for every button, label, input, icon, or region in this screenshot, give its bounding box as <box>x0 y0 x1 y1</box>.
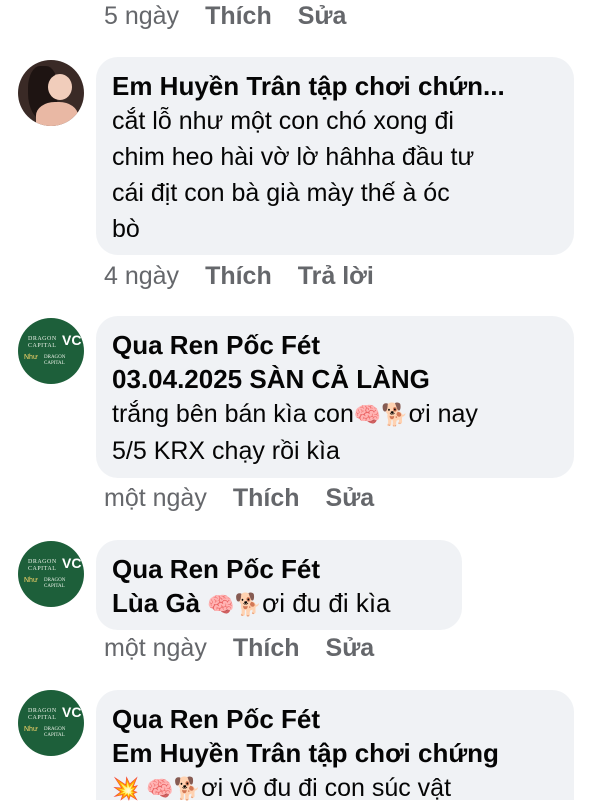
edit-button[interactable]: Sửa <box>298 2 347 31</box>
comment-text-line: cái địt con bà già mày thế à óc <box>112 179 450 207</box>
comment-text-line: bò <box>112 215 140 243</box>
comment-meta: 4 ngày Thích Trả lời <box>104 262 374 291</box>
logo-tag: Như <box>24 726 38 733</box>
avatar-body <box>36 102 78 126</box>
logo-tag: Như <box>24 577 38 584</box>
comment-timestamp: một ngày <box>104 484 207 512</box>
comment-author[interactable]: Qua Ren Pốc Fét <box>112 552 446 586</box>
comment-author[interactable]: Qua Ren Pốc Fét <box>112 702 558 736</box>
logo-text: DRAGON CAPITAL <box>44 578 66 589</box>
logo-mark: VC <box>62 555 82 571</box>
comment-headline: Em Huyền Trân tập chơi chứng <box>112 738 499 768</box>
like-button[interactable]: Thích <box>233 484 300 513</box>
comment-text-line: trắng bên bán kìa con🧠🐕ơi nay <box>112 400 478 428</box>
avatar[interactable]: DRAGON CAPITAL VC Như DRAGON CAPITAL <box>18 690 84 756</box>
logo-text: DRAGON CAPITAL <box>28 708 57 721</box>
dog-icon: 🐕 <box>234 592 263 617</box>
comment-text-line: cắt lỗ như một con chó xong đi <box>112 107 454 135</box>
comment-headline: 03.04.2025 SÀN CẢ LÀNG <box>112 364 430 394</box>
logo-tag: Như <box>24 354 38 361</box>
dog-icon: 🐕 <box>381 402 409 427</box>
dog-icon: 🐕 <box>173 776 202 801</box>
comment-timestamp: một ngày <box>104 634 207 662</box>
comment-bubble: Qua Ren Pốc Fét Em Huyền Trân tập chơi c… <box>96 690 574 802</box>
comment-text-line: 5/5 KRX chạy rồi kìa <box>112 437 340 465</box>
comment-text-line: chim heo hài vờ lờ hâhha đầu tư <box>112 143 475 171</box>
logo-text: DRAGON CAPITAL <box>28 336 57 349</box>
edit-button[interactable]: Sửa <box>326 484 375 513</box>
comment-text-line: 💥 🧠🐕ơi vô đu đi con súc vật <box>112 774 452 802</box>
boom-icon: 💥 <box>112 776 140 801</box>
comment-author[interactable]: Em Huyền Trân tập chơi chứn... <box>112 69 558 103</box>
comment-author[interactable]: Qua Ren Pốc Fét <box>112 328 558 362</box>
comment-meta-previous: 5 ngày Thích Sửa <box>104 2 346 31</box>
comment-text-line: Lùa Gà 🧠🐕ơi đu đi kìa <box>112 588 391 618</box>
like-button[interactable]: Thích <box>205 262 272 291</box>
comment-meta: một ngày Thích Sửa <box>104 634 374 663</box>
reply-button[interactable]: Trả lời <box>298 262 374 291</box>
comment-bubble: Qua Ren Pốc Fét Lùa Gà 🧠🐕ơi đu đi kìa <box>96 540 462 630</box>
logo-text: DRAGON CAPITAL <box>44 355 66 366</box>
logo-text: DRAGON CAPITAL <box>28 559 57 572</box>
like-button[interactable]: Thích <box>205 2 272 31</box>
comment-meta: một ngày Thích Sửa <box>104 484 374 513</box>
comment-bubble: Em Huyền Trân tập chơi chứn... cắt lỗ nh… <box>96 57 574 255</box>
like-button[interactable]: Thích <box>233 634 300 663</box>
edit-button[interactable]: Sửa <box>326 634 375 663</box>
brain-icon: 🧠 <box>207 592 235 617</box>
avatar[interactable] <box>18 60 84 126</box>
comment-timestamp: 5 ngày <box>104 2 180 30</box>
logo-mark: VC <box>62 332 82 348</box>
logo-text: DRAGON CAPITAL <box>44 727 66 738</box>
logo-mark: VC <box>62 704 82 720</box>
comment-timestamp: 4 ngày <box>104 262 180 290</box>
avatar[interactable]: DRAGON CAPITAL VC Như DRAGON CAPITAL <box>18 318 84 384</box>
avatar-face <box>48 74 72 100</box>
brain-icon: 🧠 <box>353 402 382 427</box>
comment-bubble: Qua Ren Pốc Fét 03.04.2025 SÀN CẢ LÀNG t… <box>96 316 574 478</box>
brain-icon: 🧠 <box>146 776 174 801</box>
avatar[interactable]: DRAGON CAPITAL VC Như DRAGON CAPITAL <box>18 541 84 607</box>
